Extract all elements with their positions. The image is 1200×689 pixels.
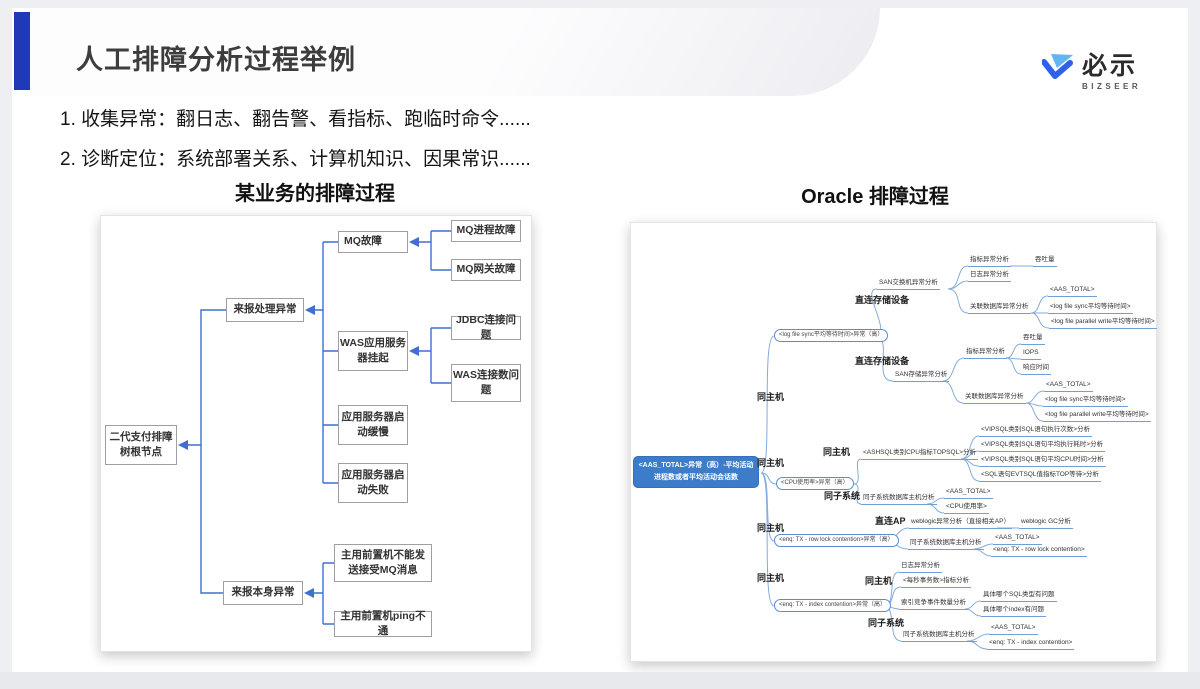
leaf-index-contention: <enq: TX - index contention> <box>987 639 1074 650</box>
edge-label-same-host-4a: 同主机 <box>865 574 892 587</box>
leaf-log-file-sync-wait-2: <log file sync平均等待时间> <box>1043 396 1128 407</box>
tree-node-front-mq: 主用前置机不能发送接受MQ消息 <box>334 544 432 582</box>
left-diagram-title: 某业务的排障过程 <box>185 177 445 206</box>
node-related-db-bottom: 关联数据库异常分析 <box>963 393 1026 404</box>
leaf-log-file-sync-wait-1: <log file sync平均等待时间> <box>1048 303 1133 314</box>
title-accent-bar <box>14 12 30 90</box>
node-ashsql-topsql: <ASHSQL类别CPU指标TOPSQL>分析 <box>861 449 978 460</box>
node-tps-metric-analysis: <每秒事务数>指标分析 <box>901 577 971 588</box>
leaf-aas-total-4: <AAS_TOTAL> <box>993 534 1042 545</box>
node-related-db-top: 关联数据库异常分析 <box>968 303 1031 314</box>
node-row-lock-contention: <enq: TX - row lock contention>异常（高） <box>774 534 899 547</box>
logo-name: 必示 <box>1082 54 1141 79</box>
tree-node-root: 二代支付排障树根节点 <box>105 425 177 465</box>
node-index-contention-count: 索引竞争事件数量分析 <box>899 599 968 610</box>
leaf-throughput-bottom: 吞吐量 <box>1021 334 1045 345</box>
node-metric-analysis-top: 指标异常分析 <box>968 256 1011 267</box>
edge-label-same-host-2: 同主机 <box>757 456 784 469</box>
leaf-which-index: 具体哪个index有问题 <box>981 606 1046 617</box>
edge-label-das-bottom: 直连存储设备 <box>855 354 909 367</box>
node-log-analysis-top: 日志异常分析 <box>968 271 1011 282</box>
node-log-analysis-4: 日志异常分析 <box>899 562 942 573</box>
oracle-mindmap-panel: <AAS_TOTAL>异常（高）-平均活动进程数或者平均活动会话数 同主机 <l… <box>630 222 1157 662</box>
edge-label-subsys-2: 同子系统 <box>824 489 860 502</box>
node-subsys-db-host-3: 同子系统数据库主机分析 <box>908 539 984 550</box>
tree-node-mq-process: MQ进程故障 <box>451 220 521 242</box>
leaf-row-lock-contention: <enq: TX - row lock contention> <box>991 546 1087 557</box>
edge-label-subsys-4: 同子系统 <box>868 616 904 629</box>
tree-node-mq-gateway: MQ网关故障 <box>451 259 521 281</box>
tree-node-appserver-fail: 应用服务器启动失败 <box>338 463 408 503</box>
node-subsys-db-host-2: 同子系统数据库主机分析 <box>861 494 937 505</box>
tree-node-was-conn: WAS连接数问题 <box>451 364 521 402</box>
leaf-sql-evtsql-top-wait: <SQL语句EVTSQL值指标TOP等待>分析 <box>979 471 1101 482</box>
leaf-vipsql-avg-time: <VIPSQL类别SQL语句平均执行耗时>分析 <box>979 441 1105 452</box>
tree-node-report-handling: 来报处理异常 <box>226 298 304 322</box>
leaf-vipsql-avg-cpu: <VIPSQL类别SQL语句平均CPU时间>分析 <box>979 456 1106 467</box>
tree-node-mq-fault: MQ故障 <box>338 231 408 253</box>
bullet-collect-anomaly: 1. 收集异常：翻日志、翻告警、看指标、跑临时命令...... <box>60 104 531 131</box>
edge-label-same-host-1: 同主机 <box>757 390 784 403</box>
tree-node-report-itself: 来报本身异常 <box>223 581 303 605</box>
leaf-aas-total-2: <AAS_TOTAL> <box>1044 381 1093 392</box>
edge-label-das-top: 直连存储设备 <box>855 293 909 306</box>
tree-node-was-hang: WAS应用服务器挂起 <box>338 331 408 371</box>
leaf-aas-total-1: <AAS_TOTAL> <box>1048 286 1097 297</box>
leaf-vipsql-exec-count: <VIPSQL类别SQL语句执行次数>分析 <box>979 426 1092 437</box>
edge-label-same-host-2a: 同主机 <box>823 445 850 458</box>
bizseer-logo: 必示 BIZSEER <box>1042 54 1141 91</box>
bullet-diagnose-locate: 2. 诊断定位：系统部署关系、计算机知识、因果常识...... <box>60 144 531 171</box>
tree-node-front-ping: 主用前置机ping不通 <box>334 611 432 637</box>
right-diagram-title: Oracle 排障过程 <box>745 180 1005 209</box>
leaf-aas-total-5: <AAS_TOTAL> <box>989 624 1038 635</box>
bizseer-logo-icon <box>1042 54 1074 88</box>
logo-subtext: BIZSEER <box>1082 82 1141 91</box>
edge-label-direct-ap: 直连AP <box>875 514 906 527</box>
leaf-weblogic-gc: weblogic GC分析 <box>1019 518 1073 529</box>
business-tree-panel: 二代支付排障树根节点 来报处理异常 来报本身异常 MQ故障 WAS应用服务器挂起… <box>100 215 532 652</box>
edge-label-same-host-3: 同主机 <box>757 521 784 534</box>
leaf-log-file-parallel-2: <log file parallel write平均等待时间> <box>1043 411 1151 422</box>
node-metric-analysis-bottom: 指标异常分析 <box>964 348 1007 359</box>
bizseer-logo-text: 必示 BIZSEER <box>1082 54 1141 91</box>
tree-node-appserver-slow: 应用服务器启动缓慢 <box>338 405 408 445</box>
tree-node-jdbc: JDBC连接问题 <box>451 316 521 340</box>
leaf-iops: IOPS <box>1021 349 1041 360</box>
leaf-aas-total-3: <AAS_TOTAL> <box>944 488 993 499</box>
footer-band <box>0 672 1200 689</box>
leaf-which-sql-type: 具体哪个SQL类型有问题 <box>981 591 1057 602</box>
node-log-file-sync: <log file sync平均等待时间>异常（高） <box>774 329 888 342</box>
node-san-storage-analysis: SAN存储异常分析 <box>893 371 949 382</box>
node-san-switch-analysis: SAN交换机异常分析 <box>877 279 940 290</box>
node-subsys-db-host-4: 同子系统数据库主机分析 <box>901 631 977 642</box>
edge-label-same-host-4: 同主机 <box>757 571 784 584</box>
node-weblogic-analysis: weblogic异常分析（直接相关AP） <box>909 518 1012 529</box>
mindmap-root-node: <AAS_TOTAL>异常（高）-平均活动进程数或者平均活动会话数 <box>633 456 759 488</box>
node-index-contention: <enq: TX - index contention>异常（高） <box>774 599 891 612</box>
leaf-log-file-parallel-1: <log file parallel write平均等待时间> <box>1049 318 1157 329</box>
leaf-cpu-usage: <CPU使用率> <box>944 503 989 514</box>
leaf-throughput-top: 吞吐量 <box>1033 256 1057 267</box>
page-title: 人工排障分析过程举例 <box>76 38 356 77</box>
leaf-response-time: 响应时间 <box>1021 364 1051 375</box>
